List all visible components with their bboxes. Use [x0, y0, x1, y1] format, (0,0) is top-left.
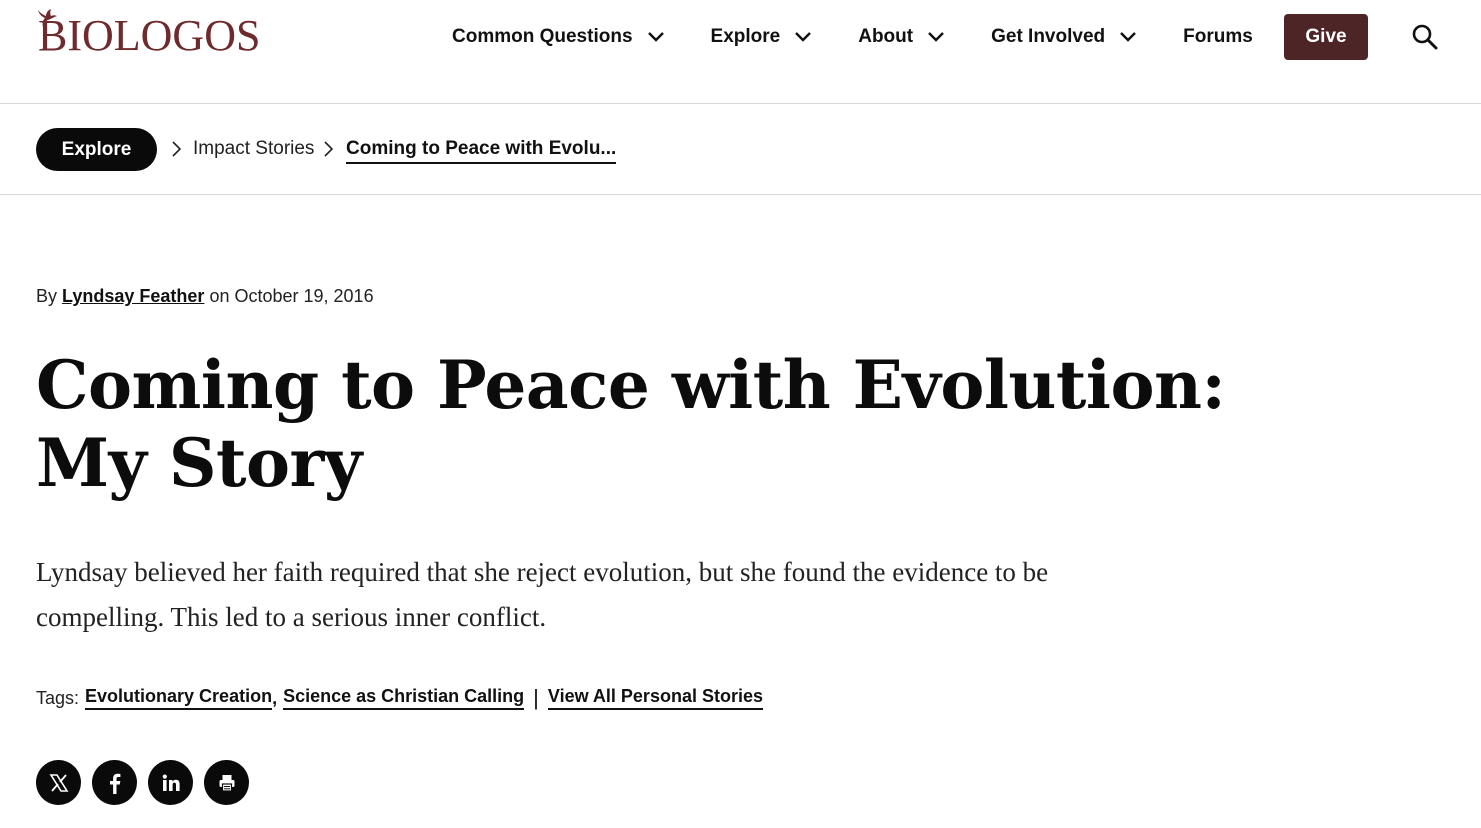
share-facebook-button[interactable]: [92, 760, 137, 805]
author-link[interactable]: Lyndsay Feather: [62, 286, 204, 306]
nav-about[interactable]: About: [858, 14, 945, 60]
logo-wordmark: BIOLOGOS: [38, 11, 261, 60]
tag-link[interactable]: Science as Christian Calling: [283, 686, 525, 710]
tags-divider: |: [533, 685, 539, 710]
breadcrumb-current[interactable]: Coming to Peace with Evolu...: [346, 138, 617, 164]
share-linkedin-button[interactable]: [148, 760, 193, 805]
chevron-down-icon: [795, 32, 812, 42]
article-byline: By Lyndsay Feather on October 19, 2016: [36, 286, 374, 307]
nav-label: Common Questions: [452, 26, 633, 47]
chevron-down-icon: [1120, 32, 1136, 42]
tag-link[interactable]: Evolutionary Creation: [85, 686, 273, 710]
chevron-right-icon: [172, 141, 182, 157]
nav-explore[interactable]: Explore: [711, 14, 813, 60]
give-button[interactable]: Give: [1284, 14, 1368, 60]
breadcrumb-explore[interactable]: Explore: [36, 128, 157, 171]
x-icon: [49, 773, 68, 792]
print-icon: [219, 774, 234, 792]
publish-date: October 19, 2016: [234, 286, 374, 306]
tag-separator: ,: [272, 687, 278, 708]
nav-label: Explore: [710, 26, 781, 47]
search-icon: [1412, 24, 1438, 50]
share-x-button[interactable]: [36, 760, 81, 805]
search-button[interactable]: [1410, 22, 1440, 52]
chevron-down-icon: [928, 32, 944, 42]
nav-label: Get Involved: [991, 26, 1106, 47]
main-nav: Common Questions Explore About Get Invol…: [452, 14, 1253, 60]
facebook-icon: [109, 773, 120, 794]
biologos-logo[interactable]: BIOLOGOS: [36, 6, 266, 60]
chevron-down-icon: [647, 32, 664, 42]
share-buttons: [36, 760, 260, 805]
date-prefix: on: [209, 286, 230, 306]
nav-label: Forums: [1183, 26, 1253, 47]
breadcrumb-impact-stories[interactable]: Impact Stories: [193, 138, 314, 160]
print-button[interactable]: [204, 760, 249, 805]
byline-prefix: By: [36, 286, 58, 306]
breadcrumb: Explore Impact Stories Coming to Peace w…: [0, 104, 1481, 195]
article-summary: Lyndsay believed her faith required that…: [36, 557, 1049, 632]
article-tags: Tags: Evolutionary Creation , Science as…: [36, 684, 763, 712]
nav-get-involved[interactable]: Get Involved: [991, 14, 1137, 60]
site-header: BIOLOGOS Common Questions Explore About …: [0, 0, 1481, 104]
view-all-stories-link[interactable]: View All Personal Stories: [547, 686, 763, 710]
nav-common-questions[interactable]: Common Questions: [452, 14, 665, 60]
chevron-right-icon: [324, 141, 334, 157]
tags-label: Tags:: [36, 687, 80, 708]
nav-label: About: [858, 26, 914, 47]
article-title: Coming to Peace with Evolution: My Story: [36, 346, 1226, 502]
nav-forums[interactable]: Forums: [1183, 14, 1253, 60]
linkedin-icon: [162, 774, 180, 791]
